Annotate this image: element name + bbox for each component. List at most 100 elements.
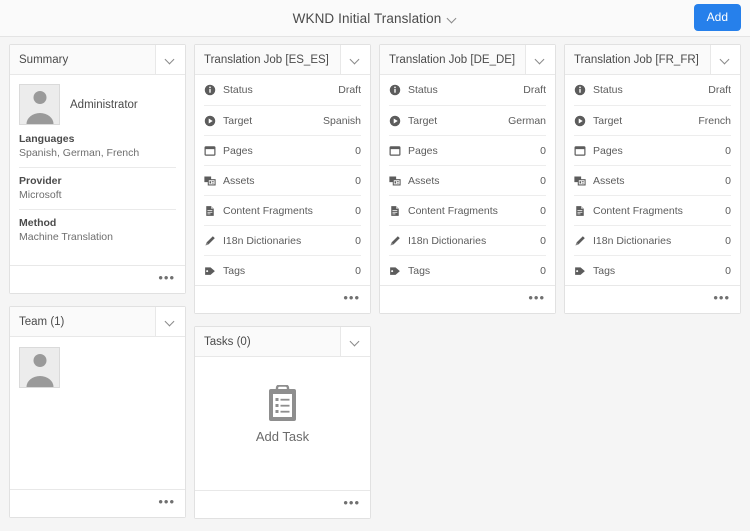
job-row: Assets 0	[574, 165, 731, 195]
job-row: Target German	[389, 105, 546, 135]
job-row-label: Status	[593, 84, 623, 96]
info-circle-icon	[574, 84, 593, 96]
summary-card-title: Summary	[19, 53, 69, 66]
job-row-label: Pages	[593, 144, 623, 157]
job-row-label: Content Fragments	[223, 204, 313, 217]
tag-icon	[389, 265, 408, 277]
summary-field-provider: Provider Microsoft	[19, 167, 176, 209]
chevron-down-icon	[448, 14, 457, 23]
top-bar: WKND Initial Translation Add	[0, 0, 750, 37]
summary-card: Summary Administrator Languages Spanish,…	[9, 44, 186, 294]
job-row-label: Status	[223, 84, 253, 96]
tag-icon	[204, 265, 223, 277]
column-summary: Summary Administrator Languages Spanish,…	[5, 44, 190, 518]
translation-job-de-title: Translation Job [DE_DE]	[389, 53, 516, 66]
translation-job-es-footer: •••	[195, 285, 370, 313]
job-row: Pages 0	[389, 135, 546, 165]
translation-job-es-header: Translation Job [ES_ES]	[195, 45, 370, 75]
chevron-down-icon	[351, 55, 360, 64]
translation-job-es-collapse-toggle[interactable]	[340, 45, 370, 74]
job-row-label: I18n Dictionaries	[223, 234, 302, 247]
content-fragment-icon	[574, 205, 593, 217]
job-row-label: Pages	[408, 144, 438, 157]
content-fragment-icon	[204, 205, 223, 217]
job-row-value: 0	[355, 174, 361, 187]
translation-job-fr-title: Translation Job [FR_FR]	[574, 53, 699, 66]
summary-field-method: Method Machine Translation	[19, 209, 176, 251]
chevron-down-icon	[351, 337, 360, 346]
job-row: Status Draft	[204, 75, 361, 105]
job-row-label: I18n Dictionaries	[408, 234, 487, 247]
job-row-label: Assets	[593, 174, 625, 187]
job-row-label: Tags	[223, 264, 246, 277]
more-options-icon[interactable]: •••	[343, 496, 360, 509]
page-icon	[389, 145, 408, 157]
more-options-icon[interactable]: •••	[713, 291, 730, 304]
job-row-value: 0	[355, 264, 361, 277]
translation-job-card-es: Translation Job [ES_ES] Status Draft Tar…	[194, 44, 371, 314]
summary-field-value: Spanish, German, French	[19, 147, 140, 159]
translation-job-fr-body: Status Draft Target French Pages 0 Asset…	[565, 75, 740, 285]
page-title-dropdown[interactable]: WKND Initial Translation	[293, 11, 458, 26]
job-row-value: 0	[540, 234, 546, 247]
dictionary-icon	[204, 235, 223, 247]
translation-job-de-collapse-toggle[interactable]	[525, 45, 555, 74]
job-row: Target French	[574, 105, 731, 135]
job-row-label: Assets	[223, 174, 255, 187]
job-row-value: German	[508, 114, 546, 127]
translation-job-es-body: Status Draft Target Spanish Pages 0 Asse…	[195, 75, 370, 285]
tasks-card-title: Tasks (0)	[204, 335, 251, 348]
more-options-icon[interactable]: •••	[343, 291, 360, 304]
column-job-es: Translation Job [ES_ES] Status Draft Tar…	[190, 44, 375, 519]
job-row: Content Fragments 0	[204, 195, 361, 225]
job-row-label: Content Fragments	[593, 204, 683, 217]
team-card-title: Team (1)	[19, 315, 65, 328]
team-card-footer: •••	[10, 489, 185, 517]
job-row-value: 0	[540, 264, 546, 277]
job-row-value: Spanish	[323, 114, 361, 127]
translation-job-fr-collapse-toggle[interactable]	[710, 45, 740, 74]
avatar	[19, 84, 60, 125]
job-row: I18n Dictionaries 0	[389, 225, 546, 255]
job-row-value: Draft	[708, 84, 731, 96]
job-row: I18n Dictionaries 0	[574, 225, 731, 255]
more-options-icon[interactable]: •••	[158, 271, 175, 284]
add-task-button[interactable]: Add Task	[195, 357, 370, 490]
translation-job-fr-header: Translation Job [FR_FR]	[565, 45, 740, 75]
task-list-icon	[266, 385, 299, 422]
dictionary-icon	[574, 235, 593, 247]
job-row-label: Pages	[223, 144, 253, 157]
summary-card-header: Summary	[10, 45, 185, 75]
job-row: Target Spanish	[204, 105, 361, 135]
summary-card-footer: •••	[10, 265, 185, 293]
avatar[interactable]	[19, 347, 60, 388]
tasks-card-footer: •••	[195, 490, 370, 518]
chevron-down-icon	[721, 55, 730, 64]
chevron-down-icon	[166, 55, 175, 64]
job-row-label: I18n Dictionaries	[593, 234, 672, 247]
more-options-icon[interactable]: •••	[158, 495, 175, 508]
job-row-value: 0	[355, 234, 361, 247]
summary-collapse-toggle[interactable]	[155, 45, 185, 74]
job-row-value: 0	[725, 264, 731, 277]
team-collapse-toggle[interactable]	[155, 307, 185, 336]
job-row: Status Draft	[389, 75, 546, 105]
summary-card-body: Administrator Languages Spanish, German,…	[10, 75, 185, 265]
page-title: WKND Initial Translation	[292, 10, 442, 26]
job-row: Pages 0	[204, 135, 361, 165]
job-row: Pages 0	[574, 135, 731, 165]
job-row: Status Draft	[574, 75, 731, 105]
info-circle-icon	[204, 84, 223, 96]
summary-field-label: Method	[19, 217, 57, 229]
more-options-icon[interactable]: •••	[528, 291, 545, 304]
chevron-down-icon	[536, 55, 545, 64]
summary-field-languages: Languages Spanish, German, French	[19, 131, 176, 167]
job-row-label: Tags	[593, 264, 616, 277]
add-button[interactable]: Add	[693, 4, 741, 31]
job-row-label: Assets	[408, 174, 440, 187]
tasks-card-header: Tasks (0)	[195, 327, 370, 357]
assets-icon	[574, 175, 593, 187]
tasks-collapse-toggle[interactable]	[340, 327, 370, 356]
job-row: Tags 0	[204, 255, 361, 285]
job-row-label: Content Fragments	[408, 204, 498, 217]
